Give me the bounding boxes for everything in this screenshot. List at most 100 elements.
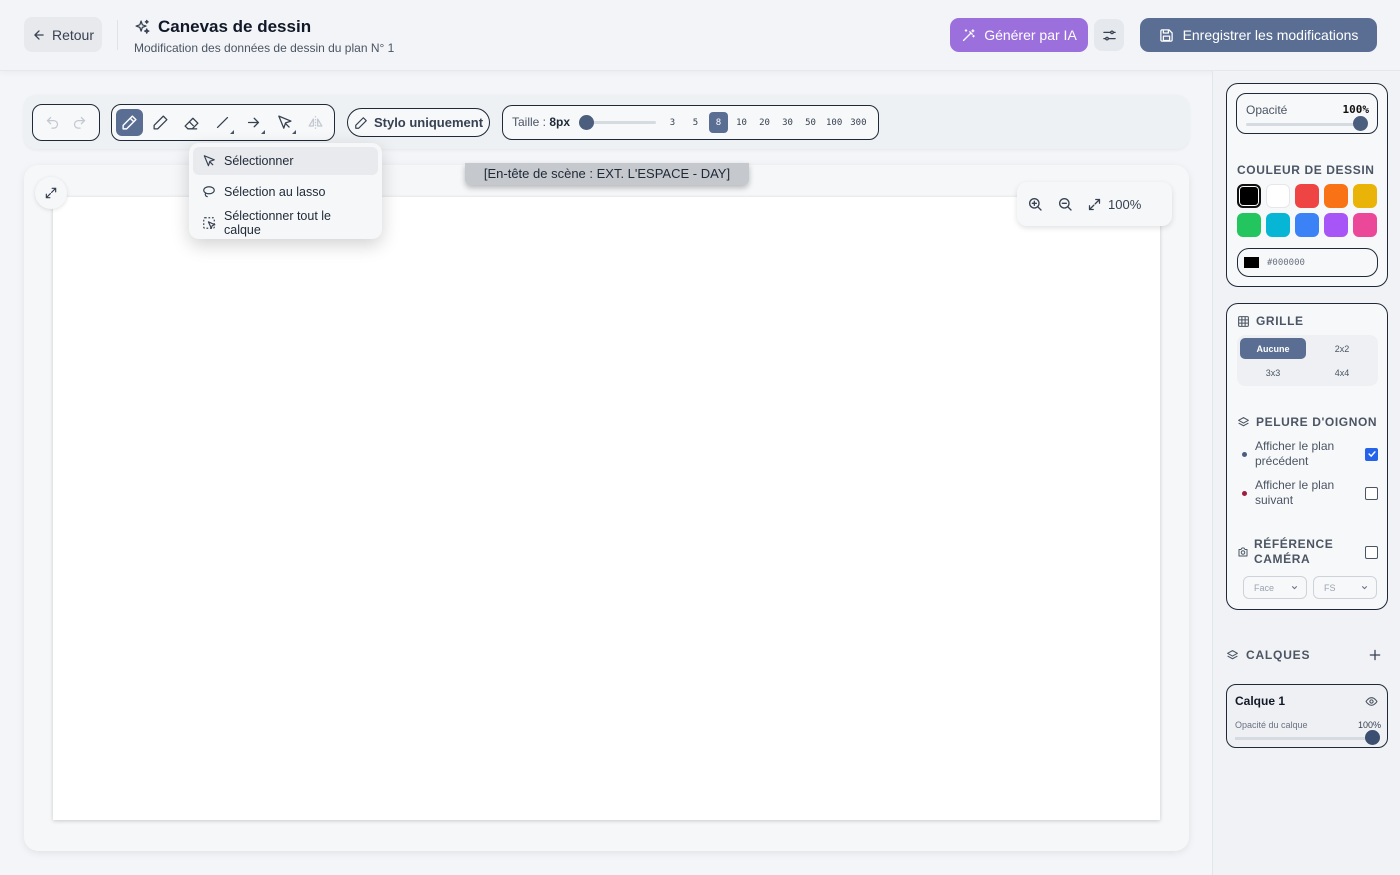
undo-icon[interactable] bbox=[45, 115, 60, 130]
layer-name: Calque 1 bbox=[1235, 694, 1286, 708]
fullscreen-button[interactable] bbox=[35, 177, 67, 209]
onion-prev-row: Afficher le plan précédent bbox=[1242, 439, 1378, 469]
color-swatch[interactable] bbox=[1266, 184, 1290, 208]
camera-angle-value: Face bbox=[1254, 582, 1275, 593]
layer-opacity-thumb[interactable] bbox=[1365, 730, 1380, 745]
pen-only-toggle[interactable]: Stylo uniquement bbox=[347, 108, 490, 137]
arrow-tool-button[interactable] bbox=[240, 109, 267, 136]
camera-shot-value: FS bbox=[1324, 582, 1336, 593]
menu-item-select[interactable]: Sélectionner bbox=[193, 147, 378, 175]
next-color-dot bbox=[1242, 490, 1247, 496]
onion-prev-label: Afficher le plan précédent bbox=[1255, 439, 1335, 468]
hex-color-input[interactable]: #000000 bbox=[1237, 248, 1378, 277]
zoom-reset-button[interactable]: 100% bbox=[1087, 197, 1141, 212]
eraser-tool-button[interactable] bbox=[178, 109, 205, 136]
submenu-indicator bbox=[292, 130, 296, 134]
drawing-canvas[interactable] bbox=[53, 197, 1160, 820]
menu-item-label: Sélectionner bbox=[224, 154, 294, 168]
line-tool-button[interactable] bbox=[209, 109, 236, 136]
magic-wand-icon bbox=[961, 28, 976, 43]
pen-only-label: Stylo uniquement bbox=[373, 115, 484, 130]
camera-title: RÉFÉRENCE CAMÉRA bbox=[1254, 537, 1334, 566]
grid-option-2x2[interactable]: 2x2 bbox=[1309, 338, 1375, 359]
history-group bbox=[32, 104, 100, 141]
camera-reference-row: RÉFÉRENCE CAMÉRA bbox=[1237, 537, 1378, 567]
layer-item[interactable]: Calque 1 Opacité du calque 100% bbox=[1226, 684, 1388, 748]
back-label: Retour bbox=[51, 26, 95, 43]
zoom-out-icon[interactable] bbox=[1057, 196, 1073, 212]
opacity-slider-track[interactable] bbox=[1246, 123, 1364, 126]
pencil-tool-button[interactable] bbox=[147, 109, 174, 136]
color-swatch[interactable] bbox=[1353, 213, 1377, 237]
color-swatch[interactable] bbox=[1237, 213, 1261, 237]
layer-opacity-track[interactable] bbox=[1235, 737, 1373, 740]
size-preset-50[interactable]: 50 bbox=[801, 112, 820, 133]
header-divider bbox=[117, 20, 118, 50]
size-preset-10[interactable]: 10 bbox=[732, 112, 751, 133]
cursor-icon bbox=[202, 154, 216, 168]
save-changes-label: Enregistrer les modifications bbox=[1182, 27, 1359, 43]
camera-shot-select[interactable]: FS bbox=[1313, 576, 1377, 599]
maximize-icon bbox=[1087, 197, 1102, 212]
save-changes-button[interactable]: Enregistrer les modifications bbox=[1140, 18, 1377, 52]
pen-icon bbox=[354, 116, 368, 130]
size-preset-20[interactable]: 20 bbox=[755, 112, 774, 133]
submenu-indicator bbox=[261, 130, 265, 134]
onion-next-checkbox[interactable] bbox=[1365, 486, 1378, 500]
plus-icon bbox=[1368, 648, 1382, 662]
tools-group bbox=[111, 104, 335, 141]
size-preset-8[interactable]: 8 bbox=[709, 112, 728, 133]
redo-icon[interactable] bbox=[72, 115, 87, 130]
app-header: Retour Canevas de dessin Modification de… bbox=[0, 0, 1400, 71]
add-layer-button[interactable] bbox=[1366, 646, 1384, 664]
brush-size-group: Taille : 8px 3 5 8 10 20 30 50 100 300 bbox=[502, 105, 879, 140]
color-swatch[interactable] bbox=[1266, 213, 1290, 237]
size-preset-100[interactable]: 100 bbox=[824, 112, 844, 133]
color-swatch[interactable] bbox=[1324, 184, 1348, 208]
size-slider-thumb[interactable] bbox=[579, 115, 594, 130]
opacity-slider-thumb[interactable] bbox=[1353, 116, 1368, 131]
grid-option-4x4[interactable]: 4x4 bbox=[1309, 362, 1375, 383]
zoom-in-icon[interactable] bbox=[1027, 196, 1043, 212]
brush-size-label: Taille : 8px bbox=[512, 115, 570, 129]
color-swatch[interactable] bbox=[1237, 184, 1261, 208]
pen-tool-button[interactable] bbox=[116, 109, 143, 136]
layer-opacity-label: Opacité du calque bbox=[1235, 720, 1308, 730]
color-swatch[interactable] bbox=[1295, 213, 1319, 237]
size-preset-5[interactable]: 5 bbox=[686, 112, 705, 133]
onion-prev-checkbox[interactable] bbox=[1365, 447, 1378, 461]
grid-option-none[interactable]: Aucune bbox=[1240, 338, 1306, 359]
eye-icon[interactable] bbox=[1365, 695, 1378, 708]
size-preset-30[interactable]: 30 bbox=[778, 112, 797, 133]
color-swatch[interactable] bbox=[1295, 184, 1319, 208]
size-preset-300[interactable]: 300 bbox=[848, 112, 868, 133]
select-dropdown-menu: Sélectionner Sélection au lasso Sélectio… bbox=[189, 143, 382, 239]
settings-button[interactable] bbox=[1094, 19, 1124, 51]
sparkles-icon bbox=[134, 19, 151, 36]
grid-section-title: GRILLE bbox=[1237, 314, 1304, 328]
onion-section-title: PELURE D'OIGNON bbox=[1237, 415, 1377, 429]
arrow-right-icon bbox=[245, 114, 262, 131]
hex-value: #000000 bbox=[1267, 257, 1305, 268]
select-all-icon bbox=[202, 216, 216, 230]
color-swatch[interactable] bbox=[1353, 184, 1377, 208]
menu-item-select-all[interactable]: Sélectionner tout le calque bbox=[193, 209, 378, 237]
camera-angle-select[interactable]: Face bbox=[1243, 576, 1307, 599]
flip-tool-button[interactable] bbox=[302, 109, 329, 136]
prev-color-dot bbox=[1242, 451, 1247, 457]
menu-item-lasso[interactable]: Sélection au lasso bbox=[193, 178, 378, 206]
camera-reference-checkbox[interactable] bbox=[1365, 545, 1378, 559]
lasso-icon bbox=[202, 185, 216, 199]
back-button[interactable]: Retour bbox=[24, 17, 102, 52]
grid-title-text: GRILLE bbox=[1256, 314, 1304, 328]
chevron-down-icon bbox=[1290, 583, 1299, 592]
grid-icon bbox=[1237, 315, 1250, 328]
size-preset-3[interactable]: 3 bbox=[663, 112, 682, 133]
generate-ai-button[interactable]: Générer par IA bbox=[950, 18, 1088, 52]
submenu-indicator bbox=[230, 130, 234, 134]
select-tool-button[interactable] bbox=[271, 109, 298, 136]
layers-icon bbox=[1226, 649, 1239, 662]
grid-option-3x3[interactable]: 3x3 bbox=[1240, 362, 1306, 383]
color-swatch[interactable] bbox=[1324, 213, 1348, 237]
title-block: Canevas de dessin Modification des donné… bbox=[134, 17, 394, 55]
